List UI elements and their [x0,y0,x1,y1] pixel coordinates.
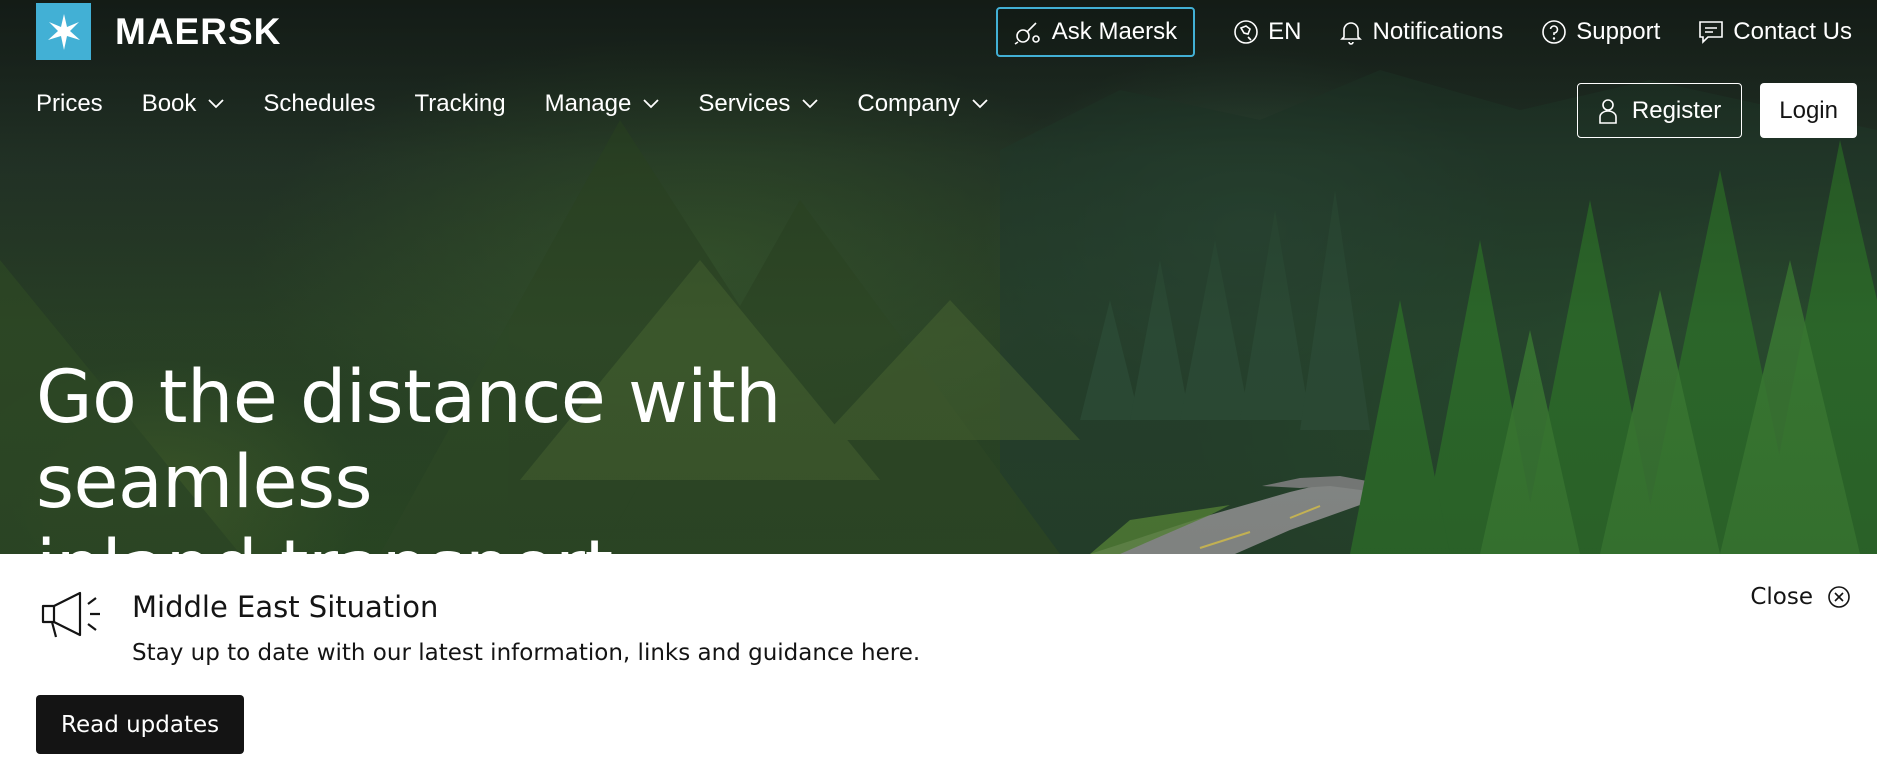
nav-item-label: Tracking [414,90,506,117]
nav-item-manage[interactable]: Manage [545,90,660,118]
close-circle-icon [1827,585,1851,609]
bell-icon [1339,19,1363,45]
nav-item-schedules[interactable]: Schedules [263,90,375,118]
close-label: Close [1750,584,1813,610]
notice-banner: Middle East Situation Stay up to date wi… [0,554,1877,758]
nav-item-tracking[interactable]: Tracking [414,90,505,118]
brand-logo[interactable]: MAERSK [36,3,281,60]
login-button[interactable]: Login [1760,83,1857,138]
contact-link[interactable]: Contact Us [1698,18,1852,46]
nav-item-services[interactable]: Services [698,90,819,118]
read-updates-button[interactable]: Read updates [36,695,245,754]
chevron-down-icon [208,99,225,109]
notifications-link[interactable]: Notifications [1339,18,1503,46]
ask-maersk-label: Ask Maersk [1051,18,1178,45]
nav-item-prices[interactable]: Prices [36,90,103,118]
language-label: EN [1268,18,1302,45]
banner-title: Middle East Situation [132,590,439,624]
nav-item-label: Prices [36,90,103,117]
ask-maersk-button[interactable]: Ask Maersk [995,7,1196,57]
help-icon [1541,19,1567,45]
globe-icon [1233,19,1259,45]
register-button[interactable]: Register [1576,83,1743,138]
nav-item-label: Book [141,90,197,117]
main-nav: Prices Book Schedules Tracking Manage Se… [36,90,1027,118]
nav-item-label: Company [857,90,961,117]
auth-controls: Register Login [1576,83,1857,138]
utility-bar: Ask Maersk EN Notifications Support Cont… [995,7,1852,57]
user-icon [1598,98,1618,124]
notifications-label: Notifications [1372,18,1504,45]
support-label: Support [1576,18,1661,45]
close-banner-button[interactable]: Close [1750,584,1851,610]
register-label: Register [1631,96,1722,124]
chevron-down-icon [643,99,659,109]
contact-label: Contact Us [1733,18,1852,45]
nav-item-label: Schedules [263,90,376,117]
support-link[interactable]: Support [1541,18,1660,46]
nav-item-label: Services [698,90,791,117]
brand-name: MAERSK [115,10,282,52]
banner-text: Stay up to date with our latest informat… [132,640,921,666]
star-icon [36,3,91,60]
megaphone-icon [40,590,106,645]
nav-item-book[interactable]: Book [142,90,225,118]
ask-icon [1014,19,1042,45]
hero-headline-line-1: Go the distance with seamless [36,355,781,525]
chat-icon [1698,19,1724,45]
chevron-down-icon [972,99,988,109]
nav-item-label: Manage [544,90,632,117]
read-updates-label: Read updates [61,711,220,738]
login-label: Login [1779,96,1838,124]
language-selector[interactable]: EN [1233,18,1301,46]
chevron-down-icon [802,99,819,109]
nav-item-company[interactable]: Company [857,90,988,118]
